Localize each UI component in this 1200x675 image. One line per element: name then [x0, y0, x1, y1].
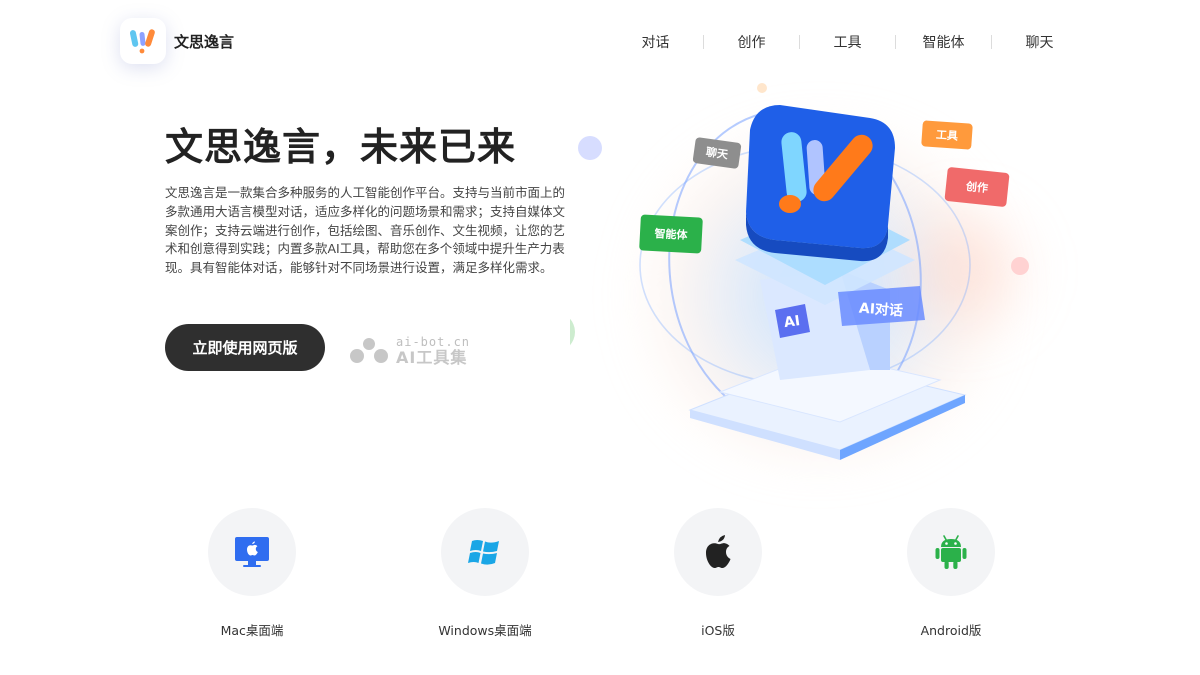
download-windows-label: Windows桌面端: [438, 623, 532, 638]
nav-item-tools[interactable]: 工具: [800, 32, 895, 52]
tag-create: 创作: [944, 166, 1010, 208]
download-mac-circle: [208, 508, 296, 596]
tag-ai-badge: AI: [782, 312, 802, 332]
nav-item-talk[interactable]: 聊天: [992, 32, 1087, 52]
brand-logo[interactable]: 文思逸言: [120, 18, 234, 64]
nav-item-chat[interactable]: 对话: [608, 32, 703, 52]
download-mac[interactable]: Mac桌面端: [172, 508, 332, 639]
nav-item-agents[interactable]: 智能体: [896, 32, 991, 52]
android-icon: [935, 535, 967, 569]
nav-item-create[interactable]: 创作: [704, 32, 799, 52]
download-android-circle: [907, 508, 995, 596]
logo-icon: [120, 18, 166, 64]
tag-tools: 工具: [921, 120, 973, 150]
download-ios-label: iOS版: [701, 623, 735, 638]
apple-icon: [706, 535, 731, 568]
windows-icon: [468, 540, 499, 565]
watermark-logo-icon: [350, 338, 388, 363]
download-android[interactable]: Android版: [871, 508, 1031, 639]
download-windows-circle: [441, 508, 529, 596]
hero-description: 文思逸言是一款集合多种服务的人工智能创作平台。支持与当前市面上的多款通用大语言模…: [165, 185, 566, 276]
download-ios-circle: [674, 508, 762, 596]
hero-illustration: 聊天 工具 创作 智能体 AI对话 AI: [570, 70, 1060, 490]
mac-monitor-icon: [235, 537, 269, 567]
hero-title: 文思逸言，未来已来: [165, 125, 517, 169]
watermark-url: ai-bot.cn: [396, 335, 471, 349]
tag-agent: 智能体: [639, 214, 703, 254]
use-web-version-button[interactable]: 立即使用网页版: [165, 324, 325, 371]
tag-ai-chat: AI对话: [858, 300, 904, 320]
watermark-name: AI工具集: [396, 348, 468, 367]
brand-name: 文思逸言: [174, 32, 235, 51]
download-ios[interactable]: iOS版: [638, 508, 798, 639]
download-mac-label: Mac桌面端: [220, 623, 284, 638]
download-windows[interactable]: Windows桌面端: [405, 508, 565, 639]
watermark: ai-bot.cn AI工具集: [348, 336, 470, 366]
download-android-label: Android版: [920, 623, 982, 638]
top-nav: 对话 创作 工具 智能体 聊天: [608, 32, 1087, 52]
